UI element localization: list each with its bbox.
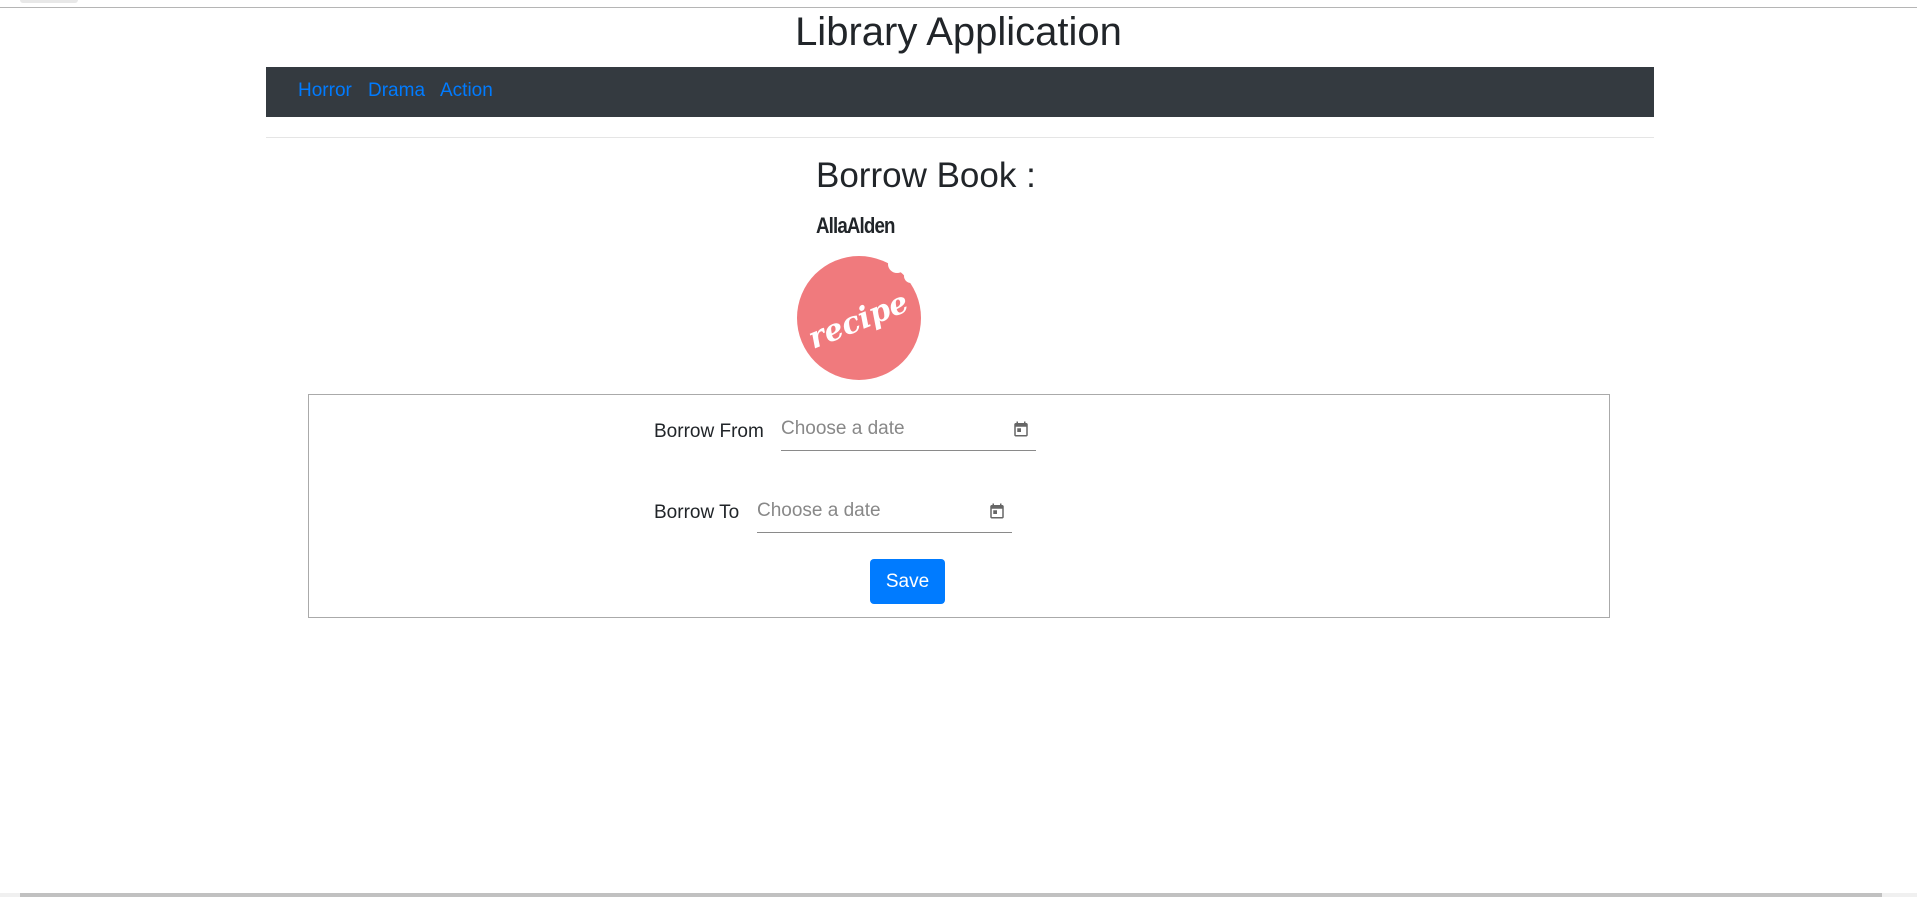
- borrow-from-label: Borrow From: [654, 421, 764, 442]
- app-title: Library Application: [795, 10, 1122, 54]
- book-cover-image: recipe: [797, 255, 921, 380]
- horizontal-scrollbar[interactable]: [0, 893, 1917, 897]
- borrow-to-label: Borrow To: [654, 502, 740, 523]
- navbar: Horror Drama Action: [266, 67, 1654, 117]
- borrow-from-input[interactable]: [781, 418, 981, 440]
- nav-link-horror[interactable]: Horror: [298, 80, 352, 102]
- nav-link-drama[interactable]: Drama: [368, 80, 425, 102]
- scrollbar-thumb[interactable]: [20, 893, 1882, 897]
- borrow-to-input[interactable]: [757, 500, 957, 522]
- book-author: AllaAlden: [816, 213, 895, 238]
- calendar-icon[interactable]: [988, 502, 1006, 520]
- page-heading: Borrow Book :: [816, 156, 1036, 195]
- divider: [0, 7, 1917, 8]
- save-button[interactable]: Save: [870, 559, 945, 604]
- borrow-to-field[interactable]: [757, 492, 1012, 533]
- nav-link-action[interactable]: Action: [440, 80, 493, 102]
- divider: [266, 137, 1654, 138]
- browser-tab: [20, 0, 78, 3]
- borrow-from-field[interactable]: [781, 410, 1036, 451]
- calendar-icon[interactable]: [1012, 420, 1030, 438]
